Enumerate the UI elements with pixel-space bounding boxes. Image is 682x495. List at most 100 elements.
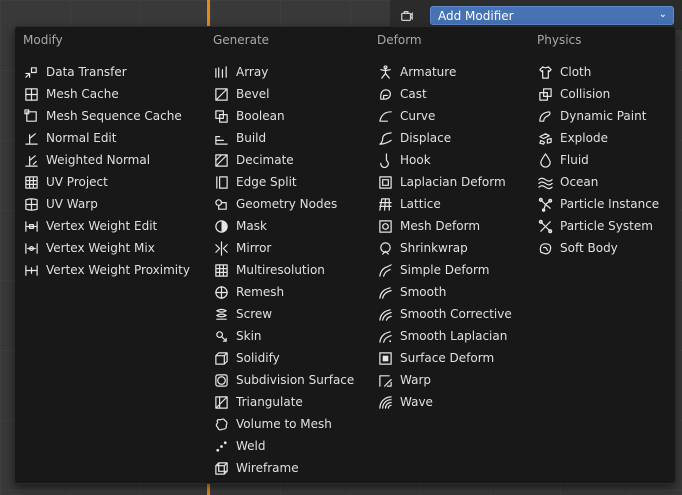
menu-item-label: Curve — [400, 109, 436, 123]
menu-item-uv-project[interactable]: UV Project — [23, 171, 108, 193]
warp-icon — [377, 372, 393, 388]
menu-item-build[interactable]: Build — [213, 127, 266, 149]
menu-item-label: Armature — [400, 65, 457, 79]
solidify-icon — [213, 350, 229, 366]
menu-item-label: Vertex Weight Proximity — [46, 263, 190, 277]
menu-item-weighted-normal[interactable]: Weighted Normal — [23, 149, 150, 171]
array-icon — [213, 64, 229, 80]
menu-item-bevel[interactable]: Bevel — [213, 83, 269, 105]
data-transfer-icon — [23, 64, 39, 80]
particle-system-icon — [537, 218, 553, 234]
menu-item-geometry-nodes[interactable]: Geometry Nodes — [213, 193, 337, 215]
menu-item-mesh-deform[interactable]: Mesh Deform — [377, 215, 480, 237]
menu-item-armature[interactable]: Armature — [377, 61, 456, 83]
menu-item-displace[interactable]: Displace — [377, 127, 451, 149]
normal-edit-icon — [23, 130, 39, 146]
menu-item-fluid[interactable]: Fluid — [537, 149, 589, 171]
menu-item-wave[interactable]: Wave — [377, 391, 433, 413]
vertex-weight-proximity-icon — [23, 262, 39, 278]
menu-item-label: Ocean — [560, 175, 599, 189]
menu-item-weld[interactable]: Weld — [213, 435, 266, 457]
menu-item-explode[interactable]: Explode — [537, 127, 608, 149]
subdivision-surface-icon — [213, 372, 229, 388]
menu-item-normal-edit[interactable]: Normal Edit — [23, 127, 116, 149]
menu-item-decimate[interactable]: Decimate — [213, 149, 294, 171]
menu-item-label: Wireframe — [236, 461, 299, 475]
menu-item-collision[interactable]: Collision — [537, 83, 610, 105]
menu-item-ocean[interactable]: Ocean — [537, 171, 598, 193]
menu-item-surface-deform[interactable]: Surface Deform — [377, 347, 494, 369]
menu-item-mesh-sequence-cache[interactable]: Mesh Sequence Cache — [23, 105, 182, 127]
menu-item-lattice[interactable]: Lattice — [377, 193, 441, 215]
chevron-down-icon: ⌄ — [658, 9, 667, 20]
menu-item-label: Particle Instance — [560, 197, 660, 211]
menu-item-shrinkwrap[interactable]: Shrinkwrap — [377, 237, 468, 259]
menu-item-label: Build — [236, 131, 267, 145]
menu-item-vertex-weight-mix[interactable]: Vertex Weight Mix — [23, 237, 155, 259]
menu-item-soft-body[interactable]: Soft Body — [537, 237, 618, 259]
menu-item-mesh-cache[interactable]: Mesh Cache — [23, 83, 119, 105]
menu-item-multiresolution[interactable]: Multiresolution — [213, 259, 325, 281]
curve-icon — [377, 108, 393, 124]
remesh-icon — [213, 284, 229, 300]
menu-item-mirror[interactable]: Mirror — [213, 237, 271, 259]
menu-item-label: Mesh Cache — [46, 87, 119, 101]
menu-item-edge-split[interactable]: Edge Split — [213, 171, 297, 193]
menu-item-particle-system[interactable]: Particle System — [537, 215, 653, 237]
menu-item-boolean[interactable]: Boolean — [213, 105, 285, 127]
menu-item-label: Cloth — [560, 65, 592, 79]
menu-item-screw[interactable]: Screw — [213, 303, 272, 325]
menu-item-laplacian-deform[interactable]: Laplacian Deform — [377, 171, 506, 193]
add-modifier-button[interactable]: Add Modifier ⌄ — [430, 6, 674, 25]
menu-item-label: Wave — [400, 395, 433, 409]
menu-item-smooth-corrective[interactable]: Smooth Corrective — [377, 303, 512, 325]
menu-item-cast[interactable]: Cast — [377, 83, 427, 105]
build-icon — [213, 130, 229, 146]
menu-item-label: Decimate — [236, 153, 294, 167]
vertex-weight-edit-icon — [23, 218, 39, 234]
menu-item-skin[interactable]: Skin — [213, 325, 262, 347]
menu-item-dynamic-paint[interactable]: Dynamic Paint — [537, 105, 646, 127]
menu-item-smooth[interactable]: Smooth — [377, 281, 446, 303]
menu-item-remesh[interactable]: Remesh — [213, 281, 284, 303]
menu-item-label: Smooth Laplacian — [400, 329, 508, 343]
multiresolution-icon — [213, 262, 229, 278]
menu-item-smooth-laplacian[interactable]: Smooth Laplacian — [377, 325, 507, 347]
menu-item-hook[interactable]: Hook — [377, 149, 431, 171]
menu-item-subdivision-surface[interactable]: Subdivision Surface — [213, 369, 354, 391]
menu-item-wireframe[interactable]: Wireframe — [213, 457, 299, 479]
mesh-sequence-cache-icon — [23, 108, 39, 124]
smooth-corrective-icon — [377, 306, 393, 322]
modifier-wrench-icon[interactable] — [399, 9, 415, 23]
menu-item-simple-deform[interactable]: Simple Deform — [377, 259, 489, 281]
menu-item-array[interactable]: Array — [213, 61, 268, 83]
menu-item-particle-instance[interactable]: Particle Instance — [537, 193, 659, 215]
menu-item-triangulate[interactable]: Triangulate — [213, 391, 303, 413]
menu-item-solidify[interactable]: Solidify — [213, 347, 280, 369]
menu-item-label: Hook — [400, 153, 431, 167]
menu-item-volume-to-mesh[interactable]: Volume to Mesh — [213, 413, 332, 435]
edge-split-icon — [213, 174, 229, 190]
menu-item-label: Mask — [236, 219, 267, 233]
menu-item-label: Skin — [236, 329, 262, 343]
menu-item-uv-warp[interactable]: UV Warp — [23, 193, 98, 215]
geometry-nodes-icon — [213, 196, 229, 212]
menu-item-curve[interactable]: Curve — [377, 105, 435, 127]
menu-item-label: Displace — [400, 131, 452, 145]
menu-item-label: Mirror — [236, 241, 272, 255]
menu-item-label: Cast — [400, 87, 427, 101]
menu-item-warp[interactable]: Warp — [377, 369, 431, 391]
menu-item-mask[interactable]: Mask — [213, 215, 267, 237]
boolean-icon — [213, 108, 229, 124]
menu-item-data-transfer[interactable]: Data Transfer — [23, 61, 127, 83]
menu-item-cloth[interactable]: Cloth — [537, 61, 591, 83]
cloth-icon — [537, 64, 553, 80]
menu-item-label: Triangulate — [236, 395, 303, 409]
menu-item-vertex-weight-proximity[interactable]: Vertex Weight Proximity — [23, 259, 190, 281]
menu-item-label: Surface Deform — [400, 351, 495, 365]
bevel-icon — [213, 86, 229, 102]
menu-item-label: Laplacian Deform — [400, 175, 506, 189]
menu-item-vertex-weight-edit[interactable]: Vertex Weight Edit — [23, 215, 157, 237]
add-modifier-menu: Modify Data Transfer Mesh Cache Mesh Sequen… — [14, 26, 676, 484]
menu-item-label: Collision — [560, 87, 611, 101]
